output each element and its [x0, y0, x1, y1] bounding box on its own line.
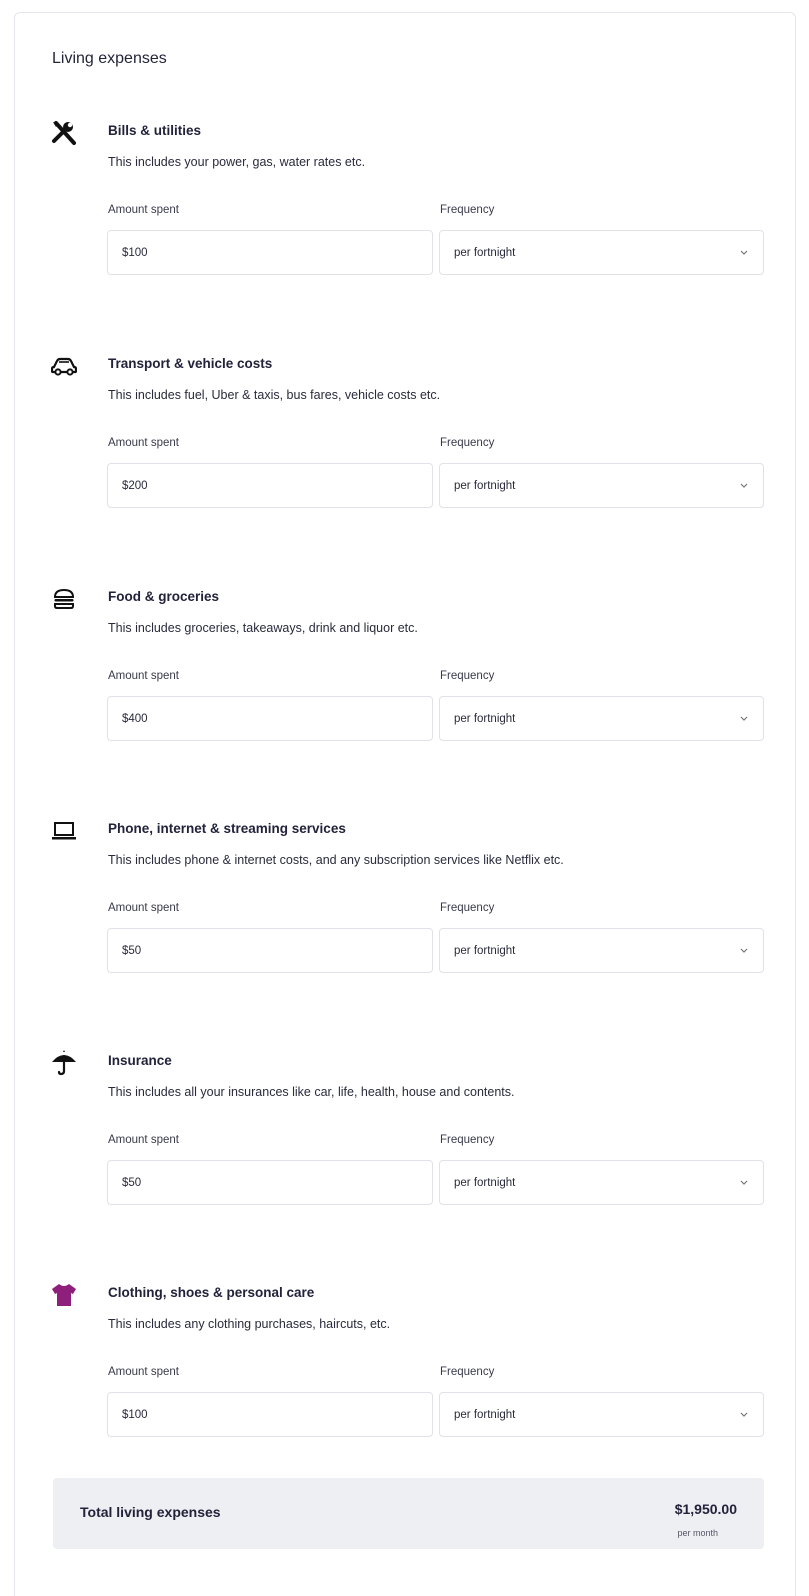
category-name: Phone, internet & streaming services [108, 821, 346, 836]
chevron-down-icon [739, 248, 749, 258]
frequency-select[interactable]: per fortnight [439, 696, 764, 741]
amount-input[interactable] [107, 463, 433, 508]
amount-input[interactable] [107, 696, 433, 741]
umbrella-icon [50, 1049, 78, 1077]
amount-input[interactable] [107, 928, 433, 973]
category-name: Bills & utilities [108, 123, 202, 138]
chevron-down-icon [739, 946, 749, 956]
chevron-down-icon [739, 714, 749, 724]
category-description: This includes fuel, Uber & taxis, bus fa… [108, 388, 441, 402]
expense-category-clothing: Clothing, shoes & personal care This inc… [0, 1281, 809, 1481]
category-description: This includes groceries, takeaways, drin… [108, 621, 418, 635]
frequency-value: per fortnight [454, 246, 516, 259]
amount-label: Amount spent [108, 437, 179, 449]
total-living-expenses-panel: Total living expenses $1,950.00 per mont… [53, 1478, 764, 1549]
amount-label: Amount spent [108, 1366, 179, 1378]
chevron-down-icon [739, 1178, 749, 1188]
tools-icon [50, 119, 78, 147]
expense-category-phone-internet: Phone, internet & streaming services Thi… [0, 817, 809, 1017]
chevron-down-icon [739, 1410, 749, 1420]
category-name: Insurance [108, 1053, 172, 1068]
amount-label: Amount spent [108, 1134, 179, 1146]
amount-label: Amount spent [108, 902, 179, 914]
laptop-icon [50, 817, 78, 845]
expense-category-bills: Bills & utilities This includes your pow… [0, 119, 809, 319]
total-period: per month [677, 1528, 718, 1538]
frequency-label: Frequency [440, 204, 495, 216]
category-description: This includes any clothing purchases, ha… [108, 1317, 391, 1331]
category-name: Food & groceries [108, 589, 220, 604]
section-title: Living expenses [52, 50, 167, 67]
frequency-label: Frequency [440, 902, 495, 914]
frequency-label: Frequency [440, 670, 495, 682]
frequency-select[interactable]: per fortnight [439, 230, 764, 275]
frequency-select[interactable]: per fortnight [439, 463, 764, 508]
burger-icon [50, 585, 78, 613]
amount-label: Amount spent [108, 670, 179, 682]
category-description: This includes your power, gas, water rat… [108, 155, 366, 169]
car-icon [50, 352, 78, 380]
frequency-value: per fortnight [454, 1408, 516, 1421]
amount-input[interactable] [107, 230, 433, 275]
frequency-label: Frequency [440, 1366, 495, 1378]
amount-input[interactable] [107, 1392, 433, 1437]
frequency-value: per fortnight [454, 712, 516, 725]
total-value: $1,950.00 [674, 1501, 737, 1517]
category-name: Transport & vehicle costs [108, 356, 273, 371]
expense-category-food: Food & groceries This includes groceries… [0, 585, 809, 785]
expense-category-insurance: Insurance This includes all your insuran… [0, 1049, 809, 1249]
amount-label: Amount spent [108, 204, 179, 216]
total-label: Total living expenses [80, 1504, 221, 1520]
frequency-label: Frequency [440, 437, 495, 449]
category-description: This includes phone & internet costs, an… [108, 853, 564, 867]
category-name: Clothing, shoes & personal care [108, 1285, 315, 1300]
frequency-label: Frequency [440, 1134, 495, 1146]
frequency-value: per fortnight [454, 1176, 516, 1189]
expense-category-transport: Transport & vehicle costs This includes … [0, 352, 809, 552]
frequency-value: per fortnight [454, 479, 516, 492]
category-description: This includes all your insurances like c… [108, 1085, 515, 1099]
amount-input[interactable] [107, 1160, 433, 1205]
chevron-down-icon [739, 481, 749, 491]
frequency-select[interactable]: per fortnight [439, 1160, 764, 1205]
tshirt-icon [50, 1281, 78, 1309]
frequency-value: per fortnight [454, 944, 516, 957]
frequency-select[interactable]: per fortnight [439, 1392, 764, 1437]
frequency-select[interactable]: per fortnight [439, 928, 764, 973]
